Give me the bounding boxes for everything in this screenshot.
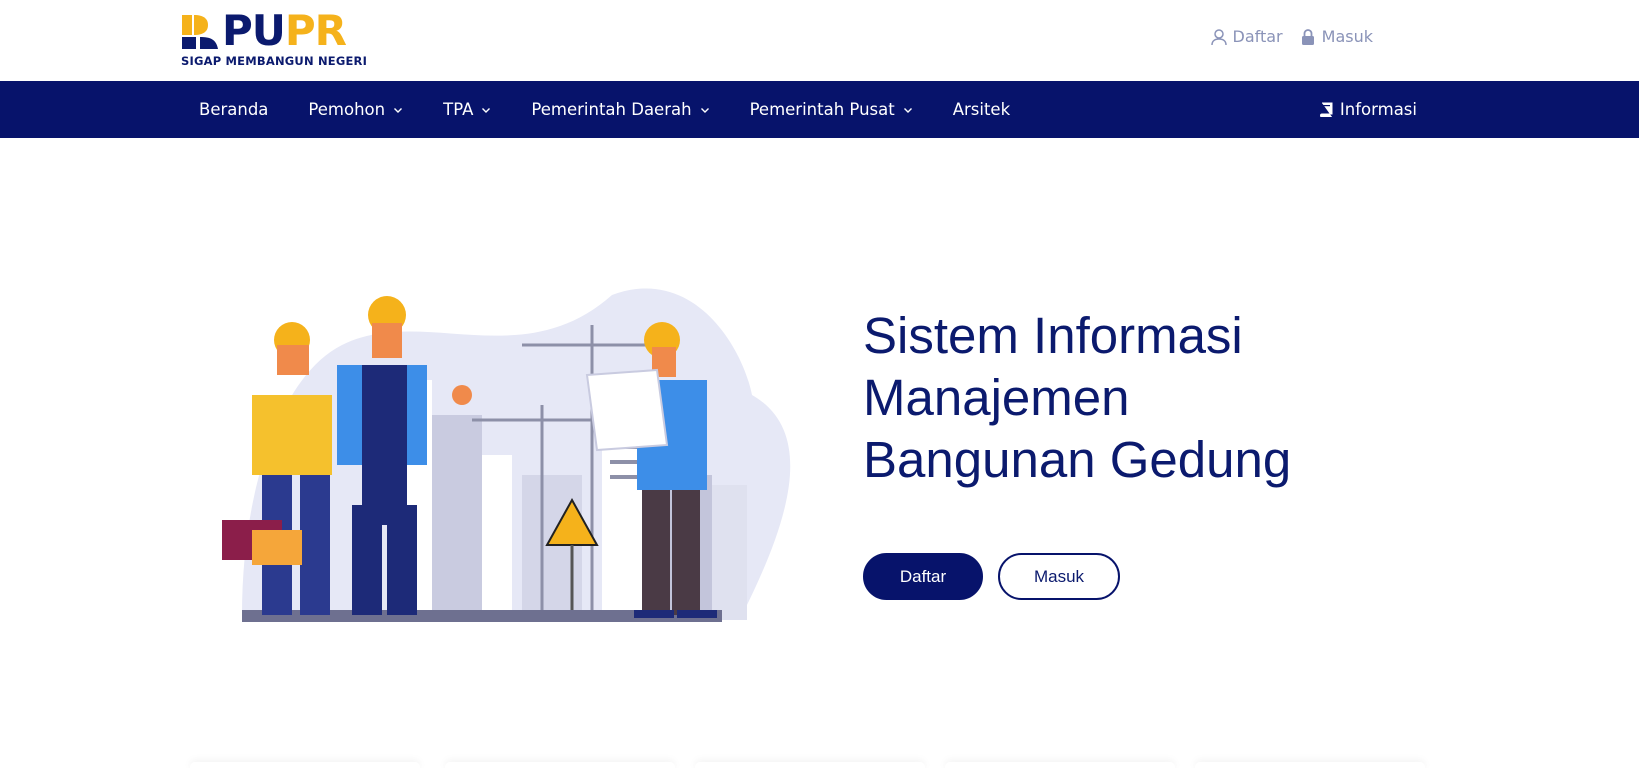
hero-title-line1: Sistem Informasi <box>863 307 1243 364</box>
top-header: PUPR SIGAP MEMBANGUN NEGERI Daftar Masuk <box>0 0 1639 81</box>
card-preview <box>445 762 675 768</box>
construction-workers-illustration <box>222 288 791 622</box>
register-button[interactable]: Daftar <box>863 553 983 600</box>
main-navbar: Beranda Pemohon TPA Pemerintah Daerah Pe… <box>0 81 1639 138</box>
logo-pr: PR <box>284 6 347 55</box>
chevron-down-icon <box>903 107 912 113</box>
nav-item-tpa[interactable]: TPA <box>443 100 491 119</box>
nav-item-pemerintah-pusat[interactable]: Pemerintah Pusat <box>750 100 913 119</box>
nav-info-label: Informasi <box>1339 100 1417 119</box>
card-preview <box>945 762 1175 768</box>
nav-item-label: Arsitek <box>952 100 1011 119</box>
chevron-down-icon <box>394 107 403 113</box>
nav-item-informasi[interactable]: Informasi <box>1319 81 1417 138</box>
nav-menu: Beranda Pemohon TPA Pemerintah Daerah Pe… <box>199 81 1050 138</box>
logo-pu: PU <box>222 6 286 55</box>
lock-icon <box>1301 28 1314 45</box>
pupr-emblem-icon <box>182 15 218 49</box>
chevron-down-icon <box>482 107 491 113</box>
nav-item-pemerintah-daerah[interactable]: Pemerintah Daerah <box>531 100 709 119</box>
nav-item-arsitek[interactable]: Arsitek <box>953 100 1010 119</box>
nav-item-label: Pemerintah Pusat <box>749 100 895 119</box>
login-link[interactable]: Masuk <box>1299 27 1373 46</box>
login-link-label: Masuk <box>1321 27 1373 46</box>
logo-tagline: SIGAP MEMBANGUN NEGERI <box>181 54 368 68</box>
user-icon <box>1210 28 1227 45</box>
top-links: Daftar Masuk <box>1210 27 1373 46</box>
hero-title-line3: Bangunan Gedung <box>863 431 1292 488</box>
nav-item-label: Pemerintah Daerah <box>531 100 692 119</box>
login-button[interactable]: Masuk <box>998 553 1120 600</box>
logo-wordmark: PUPR <box>222 6 347 55</box>
nav-item-label: TPA <box>443 100 474 119</box>
hero-title: Sistem Informasi Manajemen Bangunan Gedu… <box>863 305 1423 491</box>
pupr-logo[interactable]: PUPR SIGAP MEMBANGUN NEGERI <box>180 7 370 69</box>
book-icon <box>1319 102 1333 117</box>
hero-buttons: Daftar Masuk <box>863 553 1120 600</box>
nav-item-beranda[interactable]: Beranda <box>199 100 268 119</box>
card-preview <box>190 762 420 768</box>
nav-item-label: Pemohon <box>308 100 386 119</box>
register-link[interactable]: Daftar <box>1210 27 1283 46</box>
nav-item-label: Beranda <box>199 100 269 119</box>
register-link-label: Daftar <box>1232 27 1283 46</box>
card-preview <box>1195 762 1425 768</box>
hero-title-line2: Manajemen <box>863 369 1130 426</box>
nav-item-pemohon[interactable]: Pemohon <box>308 100 403 119</box>
card-preview <box>695 762 925 768</box>
chevron-down-icon <box>700 107 709 113</box>
